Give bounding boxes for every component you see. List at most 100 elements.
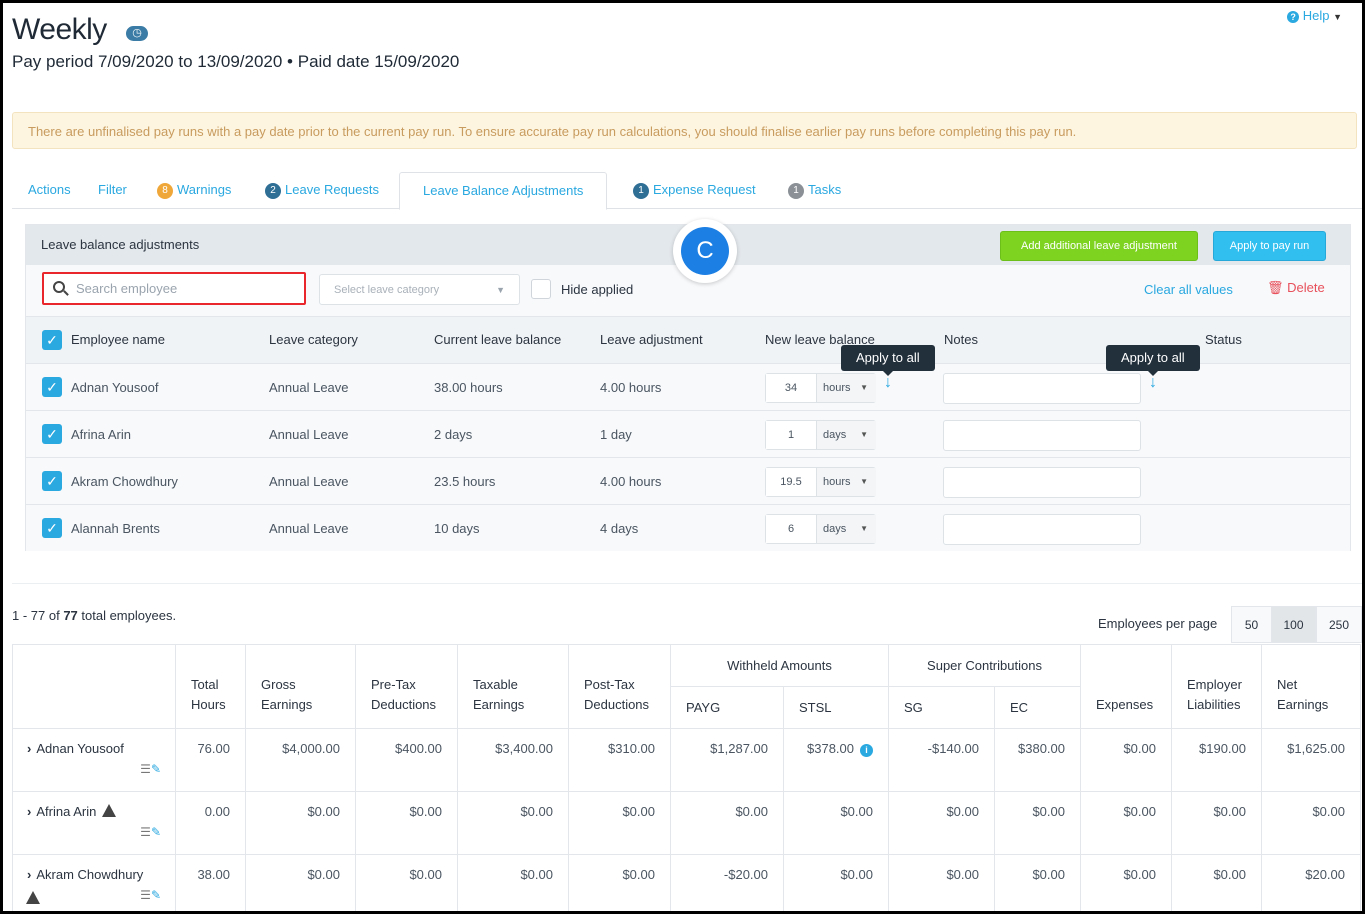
cell-value: $0.00 (520, 804, 553, 819)
tab-label: Warnings (177, 182, 232, 197)
tab-badge: 8 (157, 183, 173, 199)
col-stsl: STSL (783, 686, 889, 729)
col-net: Net Earnings (1261, 644, 1361, 729)
adjustment-row: ✓ Afrina Arin Annual Leave 2 days 1 day … (26, 410, 1350, 457)
new-balance-input[interactable]: 19.5 (766, 468, 816, 496)
col-gross: Gross Earnings (245, 644, 356, 729)
cell-value: $0.00 (1123, 741, 1156, 756)
cell-value: $0.00 (622, 804, 655, 819)
tab-label: Leave Balance Adjustments (423, 183, 584, 198)
cell-value: $3,400.00 (495, 741, 553, 756)
apply-to-pay-run-button[interactable]: Apply to pay run (1213, 231, 1326, 261)
hide-applied-checkbox[interactable] (531, 279, 551, 299)
row-checkbox[interactable]: ✓ (42, 377, 62, 397)
tab-leave-balance-adjustments[interactable]: Leave Balance Adjustments (399, 172, 608, 210)
employee-name[interactable]: Akram Chowdhury (36, 867, 143, 882)
list-icon[interactable]: ☰ (140, 762, 151, 776)
per-page-label: Employees per page (1098, 616, 1218, 631)
tab-badge: 2 (265, 183, 281, 199)
cell-value: $0.00 (622, 867, 655, 882)
per-page-50[interactable]: 50 (1231, 606, 1272, 643)
hide-applied-label: Hide applied (561, 282, 634, 297)
new-balance-input[interactable]: 1 (766, 421, 816, 449)
col-sg: SG (888, 686, 995, 729)
tab-filter[interactable]: Filter (98, 172, 127, 209)
employee-cell: › Adnan Yousoof ☰✎ (12, 728, 176, 792)
cell-value: $310.00 (608, 741, 655, 756)
group-super: Super Contributions (888, 644, 1081, 687)
adjustment-row: ✓ Alannah Brents Annual Leave 10 days 4 … (26, 504, 1350, 551)
employee-cell: › Afrina Arin ☰✎ (12, 791, 176, 855)
notes-input[interactable] (943, 373, 1141, 404)
pencil-icon[interactable]: ✎ (151, 825, 161, 839)
add-leave-adjustment-button[interactable]: Add additional leave adjustment (1000, 231, 1198, 261)
group-withheld: Withheld Amounts (670, 644, 889, 687)
row-checkbox[interactable]: ✓ (42, 471, 62, 491)
leave-category: Annual Leave (269, 521, 349, 536)
value-cell: $310.00 (568, 728, 671, 792)
delete-button[interactable]: 🗑 Delete (1267, 280, 1325, 296)
value-cell: $0.00 (568, 791, 671, 855)
list-icon[interactable]: ☰ (140, 888, 151, 902)
row-checkbox[interactable]: ✓ (42, 424, 62, 444)
value-cell: $0.00 (888, 854, 995, 911)
chevron-right-icon[interactable]: › (27, 867, 31, 882)
cell-value: $0.00 (307, 867, 340, 882)
clock-icon[interactable]: ◷ (126, 26, 148, 41)
row-tools: ☰✎ (140, 825, 161, 839)
row-checkbox[interactable]: ✓ (42, 518, 62, 538)
step-marker: C (673, 219, 737, 283)
apply-to-all-arrow-icon[interactable]: ↓ (1149, 374, 1157, 392)
tab-tasks[interactable]: 1 Tasks (788, 172, 841, 209)
value-cell: $1,287.00 (670, 728, 784, 792)
pencil-icon[interactable]: ✎ (151, 888, 161, 902)
employee-name: Afrina Arin (71, 427, 131, 442)
employee-name[interactable]: Afrina Arin (36, 804, 96, 819)
pencil-icon[interactable]: ✎ (151, 762, 161, 776)
tab-label: Filter (98, 182, 127, 197)
leave-category-select[interactable]: Select leave category ▼ (319, 274, 520, 305)
unit-select[interactable]: hours ▼ (816, 468, 876, 496)
category-placeholder: Select leave category (334, 284, 440, 296)
step-marker-label: C (681, 227, 729, 275)
help-menu[interactable]: ? Help ▼ (1287, 8, 1342, 23)
value-cell: $380.00 (994, 728, 1081, 792)
apply-to-all-arrow-icon[interactable]: ↓ (884, 374, 892, 392)
cell-value: $378.00 (807, 741, 854, 756)
page: Weekly ◷ Pay period 7/09/2020 to 13/09/2… (3, 3, 1362, 911)
value-cell: $0.00 (245, 854, 356, 911)
value-cell: $0.00 (355, 791, 458, 855)
list-icon[interactable]: ☰ (140, 825, 151, 839)
employee-name[interactable]: Adnan Yousoof (36, 741, 123, 756)
chevron-right-icon[interactable]: › (27, 804, 31, 819)
notes-input[interactable] (943, 467, 1141, 498)
value-cell: $0.00 (355, 854, 458, 911)
clear-all-values-link[interactable]: Clear all values (1144, 282, 1233, 297)
per-page-250[interactable]: 250 (1316, 606, 1362, 643)
info-icon[interactable]: i (860, 744, 873, 757)
notes-input[interactable] (943, 514, 1141, 545)
tab-leave-requests[interactable]: 2 Leave Requests (265, 172, 379, 209)
select-all-checkbox[interactable]: ✓ (42, 330, 62, 350)
tab-expense-request[interactable]: 1 Expense Request (633, 172, 756, 209)
chevron-right-icon[interactable]: › (27, 741, 31, 756)
new-balance-input[interactable]: 34 (766, 374, 816, 402)
unit-label: days (823, 523, 847, 535)
unit-select[interactable]: days ▼ (816, 515, 876, 543)
notes-input[interactable] (943, 420, 1141, 451)
cell-value: -$20.00 (723, 867, 768, 882)
tab-badge: 1 (788, 183, 804, 199)
cell-value: $0.00 (946, 867, 979, 882)
search-employee-input[interactable]: Search employee (42, 272, 306, 305)
tab-actions[interactable]: Actions (28, 172, 71, 209)
leave-adjustment: 1 day (600, 427, 632, 442)
cell-value: $380.00 (1018, 741, 1065, 756)
per-page-100[interactable]: 100 (1271, 606, 1316, 643)
tab-warnings[interactable]: 8 Warnings (157, 172, 231, 209)
unit-select[interactable]: hours ▼ (816, 374, 876, 402)
unit-select[interactable]: days ▼ (816, 421, 876, 449)
value-cell: $0.00 (568, 854, 671, 911)
new-balance-input[interactable]: 6 (766, 515, 816, 543)
value-cell: 38.00 (175, 854, 246, 911)
cell-value: 76.00 (197, 741, 230, 756)
